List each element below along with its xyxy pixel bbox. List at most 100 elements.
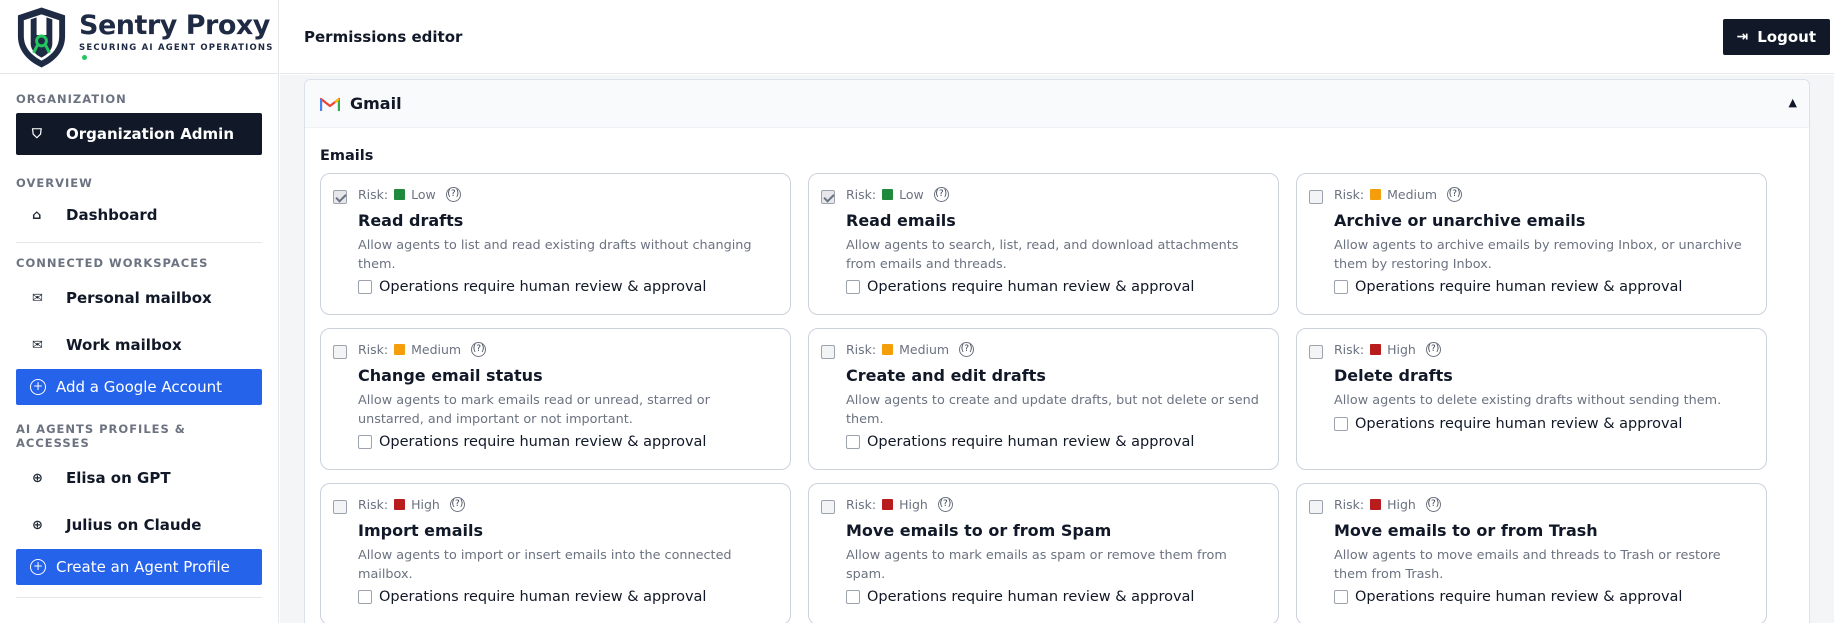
collapse-caret-icon[interactable]: ▲	[1789, 96, 1797, 109]
permission-checkbox[interactable]	[333, 500, 347, 514]
risk-level: Low	[899, 187, 924, 202]
review-approval-checkbox[interactable]	[846, 280, 860, 294]
risk-level: High	[411, 497, 440, 512]
permission-checkbox[interactable]	[821, 500, 835, 514]
risk-level: High	[899, 497, 928, 512]
risk-prefix: Risk:	[1334, 497, 1365, 512]
review-approval-option[interactable]: Operations require human review & approv…	[1334, 279, 1682, 295]
review-approval-option[interactable]: Operations require human review & approv…	[358, 434, 706, 450]
review-approval-label: Operations require human review & approv…	[1355, 416, 1683, 432]
risk-prefix: Risk:	[358, 497, 389, 512]
create-agent-profile-button[interactable]: + Create an Agent Profile	[16, 549, 262, 585]
robot-icon: ⊕	[32, 517, 43, 533]
risk-indicator: Risk: Medium (?)	[358, 342, 487, 357]
review-approval-checkbox[interactable]	[846, 435, 860, 449]
review-approval-checkbox[interactable]	[846, 590, 860, 604]
permission-card: Risk: Medium (?) Archive or unarchive email…	[1296, 173, 1767, 315]
logout-button[interactable]: ⇥ Logout	[1722, 19, 1830, 55]
sidebar-item-dashboard[interactable]: ⌂ Dashboard	[16, 194, 262, 236]
add-google-account-button[interactable]: + Add a Google Account	[16, 369, 262, 405]
brand: Sentry Proxy SECURING AI AGENT OPERATION…	[0, 0, 278, 74]
permission-card: Risk: High (?) Import emails Allow agents to…	[320, 483, 791, 623]
risk-prefix: Risk:	[846, 187, 877, 202]
help-icon[interactable]: (?)	[1447, 187, 1463, 202]
review-approval-option[interactable]: Operations require human review & approv…	[846, 434, 1194, 450]
review-approval-checkbox[interactable]	[1334, 280, 1348, 294]
help-icon[interactable]: (?)	[937, 497, 953, 512]
logout-icon: ⇥	[1736, 29, 1749, 45]
help-icon[interactable]: (?)	[449, 497, 465, 512]
help-icon[interactable]: (?)	[445, 187, 461, 202]
permission-checkbox[interactable]	[333, 345, 347, 359]
brand-tagline: SECURING AI AGENT OPERATIONS	[79, 42, 274, 53]
permission-checkbox[interactable]	[1309, 190, 1323, 204]
review-approval-checkbox[interactable]	[358, 435, 372, 449]
sidebar-item-elisa-on-gpt[interactable]: ⊕ Elisa on GPT	[16, 457, 262, 499]
status-dot-icon	[82, 54, 88, 60]
review-approval-checkbox[interactable]	[358, 590, 372, 604]
permission-card: Risk: Medium (?) Change email status Allow a…	[320, 328, 791, 470]
risk-color-icon	[882, 499, 894, 510]
permission-description: Allow agents to archive emails by removi…	[1334, 238, 1742, 272]
permission-card: Risk: Medium (?) Create and edit drafts Allo…	[808, 328, 1279, 470]
review-approval-option[interactable]: Operations require human review & approv…	[1334, 589, 1682, 605]
permission-title: Move emails to or from Trash	[1334, 521, 1598, 540]
review-approval-label: Operations require human review & approv…	[379, 589, 707, 605]
risk-color-icon	[1370, 344, 1382, 355]
review-approval-option[interactable]: Operations require human review & approv…	[846, 589, 1194, 605]
permission-title: Create and edit drafts	[846, 366, 1046, 385]
review-approval-option[interactable]: Operations require human review & approv…	[358, 589, 706, 605]
sidebar-item-julius-on-claude[interactable]: ⊕ Julius on Claude	[16, 504, 262, 546]
risk-indicator: Risk: Low (?)	[358, 187, 461, 202]
risk-color-icon	[394, 189, 406, 200]
review-approval-checkbox[interactable]	[1334, 417, 1348, 431]
risk-prefix: Risk:	[358, 187, 389, 202]
button-label: Create an Agent Profile	[56, 558, 230, 576]
review-approval-checkbox[interactable]	[1334, 590, 1348, 604]
help-icon[interactable]: (?)	[933, 187, 949, 202]
permission-description: Allow agents to list and read existing d…	[358, 238, 752, 272]
review-approval-label: Operations require human review & approv…	[867, 434, 1195, 450]
panel-header[interactable]: Gmail ▲	[305, 80, 1809, 128]
permission-title: Archive or unarchive emails	[1334, 211, 1586, 230]
review-approval-option[interactable]: Operations require human review & approv…	[1334, 416, 1682, 432]
permission-title: Change email status	[358, 366, 543, 385]
group-label-emails: Emails	[320, 148, 374, 164]
review-approval-label: Operations require human review & approv…	[379, 434, 707, 450]
help-icon[interactable]: (?)	[959, 342, 975, 357]
risk-indicator: Risk: High (?)	[1334, 497, 1441, 512]
permission-checkbox[interactable]	[333, 190, 347, 204]
permission-card: Risk: High (?) Move emails to or from Trash…	[1296, 483, 1767, 623]
review-approval-label: Operations require human review & approv…	[379, 279, 707, 295]
risk-color-icon	[394, 499, 406, 510]
permission-checkbox[interactable]	[821, 190, 835, 204]
section-label-overview: OVERVIEW	[16, 176, 93, 190]
help-icon[interactable]: (?)	[1425, 497, 1441, 512]
logout-label: Logout	[1757, 28, 1816, 46]
risk-indicator: Risk: High (?)	[358, 497, 465, 512]
help-icon[interactable]: (?)	[471, 342, 487, 357]
panel-title: Gmail	[350, 94, 402, 113]
section-label-connected-workspaces: CONNECTED WORKSPACES	[16, 256, 209, 270]
help-icon[interactable]: (?)	[1425, 342, 1441, 357]
permission-checkbox[interactable]	[1309, 345, 1323, 359]
sidebar-item-label: Julius on Claude	[66, 516, 202, 534]
review-approval-label: Operations require human review & approv…	[867, 279, 1195, 295]
gmail-permissions-panel: Gmail ▲ Emails Risk: Low (?) Read drafts All…	[304, 79, 1810, 623]
section-label-organization: ORGANIZATION	[16, 92, 127, 106]
sidebar: Sentry Proxy SECURING AI AGENT OPERATION…	[0, 0, 279, 623]
review-approval-option[interactable]: Operations require human review & approv…	[358, 279, 706, 295]
permission-checkbox[interactable]	[821, 345, 835, 359]
plus-circle-icon: +	[30, 379, 46, 395]
sidebar-item-personal-mailbox[interactable]: ✉ Personal mailbox	[16, 277, 262, 319]
risk-level: Medium	[411, 342, 462, 357]
brand-name: Sentry Proxy	[79, 9, 270, 41]
risk-color-icon	[394, 344, 406, 355]
permission-checkbox[interactable]	[1309, 500, 1323, 514]
sidebar-item-organization-admin[interactable]: ⛉ Organization Admin	[16, 113, 262, 155]
review-approval-option[interactable]: Operations require human review & approv…	[846, 279, 1194, 295]
review-approval-checkbox[interactable]	[358, 280, 372, 294]
sidebar-item-work-mailbox[interactable]: ✉ Work mailbox	[16, 324, 262, 366]
risk-color-icon	[882, 344, 894, 355]
risk-indicator: Risk: High (?)	[846, 497, 953, 512]
